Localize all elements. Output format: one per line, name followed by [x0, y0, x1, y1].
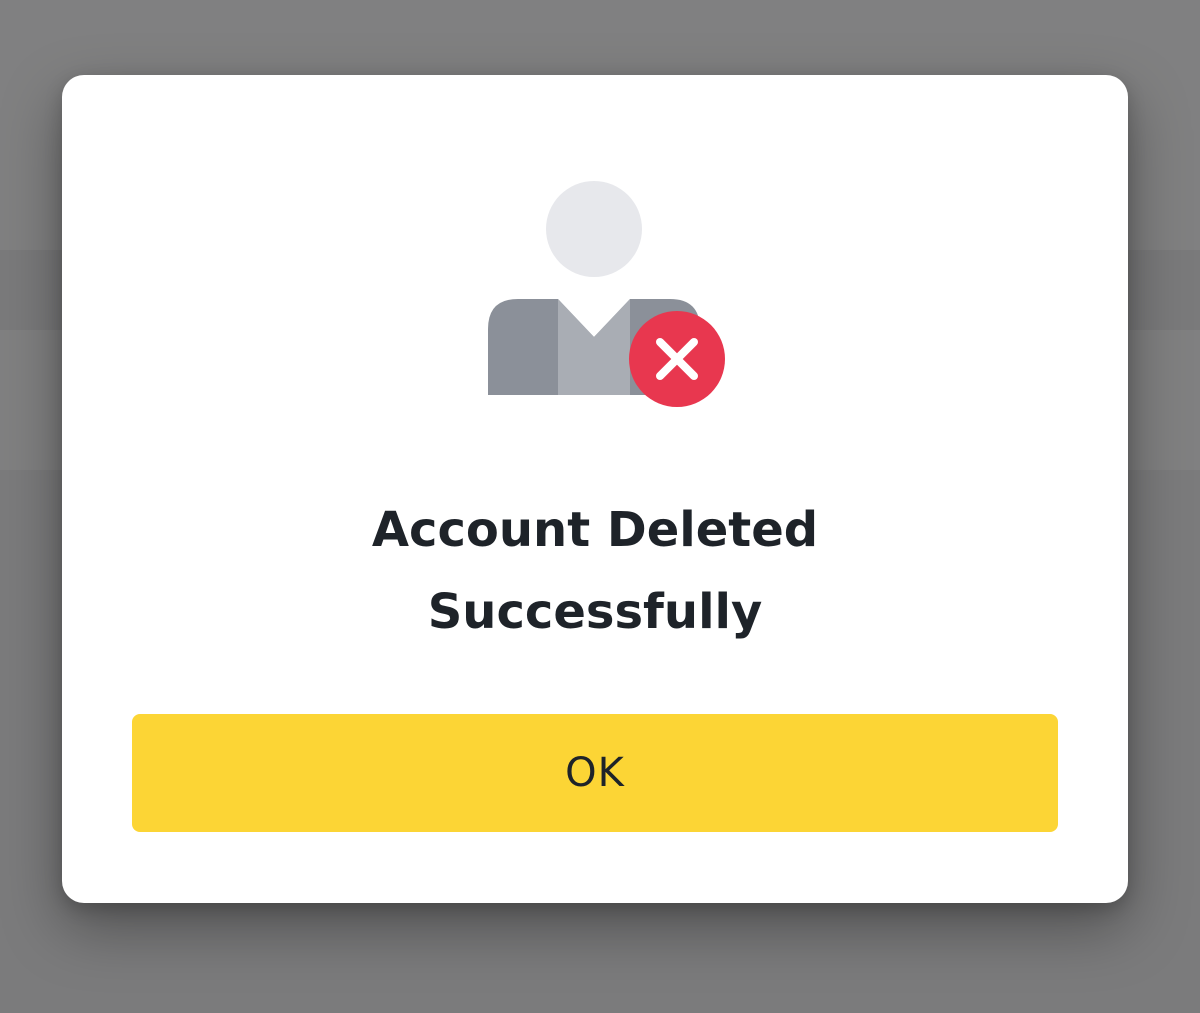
dialog-title-line-2: Successfully [427, 584, 763, 640]
avatar-head-shape [546, 181, 642, 277]
user-icon [488, 181, 725, 407]
account-deleted-dialog: Account Deleted Successfully OK [62, 75, 1128, 903]
dialog-title-line-1: Account Deleted [371, 502, 819, 558]
dialog-title: Account Deleted Successfully [62, 489, 1128, 653]
ok-button[interactable]: OK [132, 714, 1058, 832]
deleted-user-illustration [486, 179, 730, 409]
avatar-shirt [558, 299, 630, 395]
